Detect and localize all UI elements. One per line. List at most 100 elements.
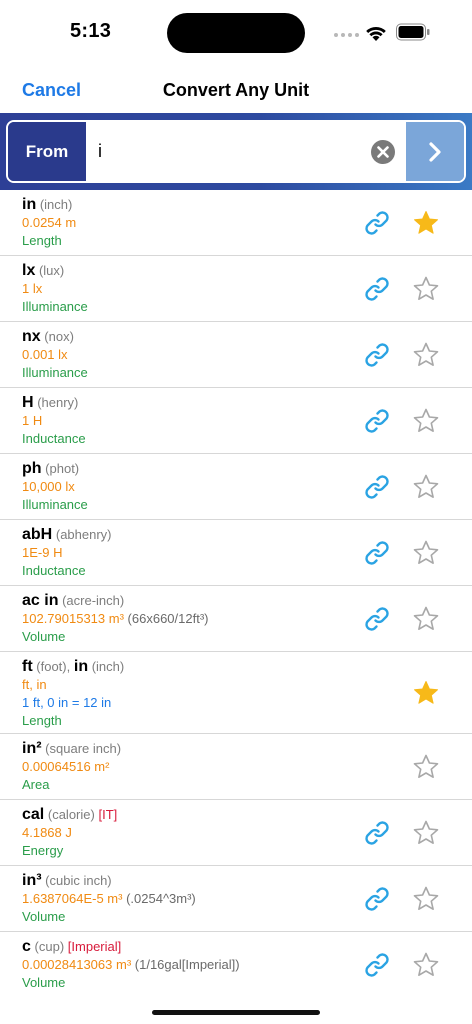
unit-category: Inductance [22, 431, 86, 446]
star-filled-icon[interactable] [412, 679, 440, 707]
unit-row[interactable]: in² (square inch) 0.00064516 m² Area [0, 734, 472, 800]
unit-name: (abhenry) [55, 527, 112, 542]
unit-tag: [IT] [98, 807, 118, 822]
unit-symbol: c [22, 938, 31, 955]
link-icon[interactable] [363, 275, 391, 303]
clear-icon[interactable] [370, 139, 396, 165]
unit-value-line: 1E-9 H [22, 544, 472, 562]
unit-name: (henry) [37, 395, 79, 410]
unit-value: 1 H [22, 413, 43, 428]
unit-symbol: ac in [22, 592, 59, 609]
unit-value: 1E-9 H [22, 545, 63, 560]
unit-name: (calorie) [47, 807, 95, 822]
unit-row[interactable]: nx (nox) 0.001 lx Illuminance [0, 322, 472, 388]
star-outline-icon[interactable] [412, 951, 440, 979]
unit-name: (inch) [39, 197, 73, 212]
star-outline-icon[interactable] [412, 753, 440, 781]
unit-value: 1 lx [22, 281, 43, 296]
unit-note: (.0254^3m³) [126, 891, 196, 906]
star-outline-icon[interactable] [412, 819, 440, 847]
unit-value-line: 102.79015313 m³ (66x660/12ft³) [22, 610, 472, 628]
battery-icon [396, 23, 430, 41]
unit-row[interactable]: H (henry) 1 H Inductance [0, 388, 472, 454]
link-icon[interactable] [363, 407, 391, 435]
unit-row[interactable]: abH (abhenry) 1E-9 H Inductance [0, 520, 472, 586]
home-indicator[interactable] [152, 1010, 320, 1015]
unit-row[interactable]: lx (lux) 1 lx Illuminance [0, 256, 472, 322]
unit-title: in (inch) [22, 195, 472, 214]
unit-symbol: in³ [22, 872, 42, 889]
unit-title: cal (calorie) [IT] [22, 805, 472, 824]
unit-value-line: 1 H [22, 412, 472, 430]
star-outline-icon[interactable] [412, 605, 440, 633]
unit-title: abH (abhenry) [22, 525, 472, 544]
unit-value-line: 10,000 lx [22, 478, 472, 496]
unit-category: Volume [22, 909, 66, 924]
unit-name: (square inch) [45, 741, 122, 756]
unit-value: 10,000 lx [22, 479, 75, 494]
unit-row[interactable]: ph (phot) 10,000 lx Illuminance [0, 454, 472, 520]
unit-row[interactable]: ft (foot), in (inch) ft, in 1 ft, 0 in = 1… [0, 652, 472, 734]
unit-row[interactable]: in³ (cubic inch) 1.6387064E-5 m³ (.0254^3… [0, 866, 472, 932]
star-outline-icon[interactable] [412, 407, 440, 435]
unit-name: (lux) [38, 263, 65, 278]
link-icon[interactable] [363, 209, 391, 237]
link-icon[interactable] [363, 539, 391, 567]
star-outline-icon[interactable] [412, 341, 440, 369]
unit-name-secondary: (inch) [91, 659, 125, 674]
star-outline-icon[interactable] [412, 473, 440, 501]
go-button[interactable] [406, 122, 464, 181]
unit-tag: [Imperial] [67, 939, 122, 954]
unit-value-line: 1 lx [22, 280, 472, 298]
star-outline-icon[interactable] [412, 539, 440, 567]
unit-symbol-secondary: in [73, 658, 89, 675]
unit-name: (foot), [36, 659, 71, 674]
unit-name: (nox) [44, 329, 74, 344]
chevron-right-icon[interactable] [426, 141, 444, 163]
cancel-button[interactable]: Cancel [22, 80, 81, 101]
star-filled-icon[interactable] [412, 209, 440, 237]
search-box: From [6, 120, 466, 183]
unit-row[interactable]: cal (calorie) [IT] 4.1868 J Energy [0, 800, 472, 866]
unit-value-line: ft, in [22, 676, 472, 694]
star-outline-icon[interactable] [412, 885, 440, 913]
unit-category: Length [22, 233, 62, 248]
unit-category: Illuminance [22, 497, 88, 512]
unit-row[interactable]: c (cup) [Imperial] 0.00028413063 m³ (1/16… [0, 932, 472, 988]
unit-category: Illuminance [22, 299, 88, 314]
link-icon[interactable] [363, 605, 391, 633]
unit-value-line: 1.6387064E-5 m³ (.0254^3m³) [22, 890, 472, 908]
unit-category: Volume [22, 975, 66, 988]
unit-row[interactable]: in (inch) 0.0254 m Length [0, 190, 472, 256]
unit-value-line: 4.1868 J [22, 824, 472, 842]
unit-symbol: cal [22, 806, 45, 823]
unit-note: (1/16gal[Imperial]) [134, 957, 240, 972]
unit-title: in³ (cubic inch) [22, 871, 472, 890]
unit-value: 0.00028413063 m³ [22, 957, 132, 972]
unit-name: (phot) [45, 461, 80, 476]
link-icon[interactable] [363, 819, 391, 847]
unit-value: 102.79015313 m³ [22, 611, 124, 626]
link-icon[interactable] [363, 473, 391, 501]
unit-category: Area [22, 777, 50, 792]
unit-title: ft (foot), in (inch) [22, 657, 472, 676]
unit-category: Energy [22, 843, 64, 858]
unit-value: 4.1868 J [22, 825, 72, 840]
clear-button[interactable] [360, 122, 406, 181]
unit-title: lx (lux) [22, 261, 472, 280]
link-icon[interactable] [363, 885, 391, 913]
unit-row[interactable]: ac in (acre-inch) 102.79015313 m³ (66x660… [0, 586, 472, 652]
unit-value: 0.0254 m [22, 215, 77, 230]
unit-value-line: 0.0254 m [22, 214, 472, 232]
star-outline-icon[interactable] [412, 275, 440, 303]
link-icon[interactable] [363, 341, 391, 369]
status-time: 5:13 [70, 20, 112, 42]
link-icon[interactable] [363, 951, 391, 979]
unit-symbol: ph [22, 460, 42, 477]
unit-category: Volume [22, 629, 66, 644]
unit-title: H (henry) [22, 393, 472, 412]
unit-value: 0.001 lx [22, 347, 68, 362]
unit-search-input[interactable] [86, 122, 360, 181]
dynamic-island [167, 13, 305, 53]
unit-name: (acre-inch) [62, 593, 125, 608]
